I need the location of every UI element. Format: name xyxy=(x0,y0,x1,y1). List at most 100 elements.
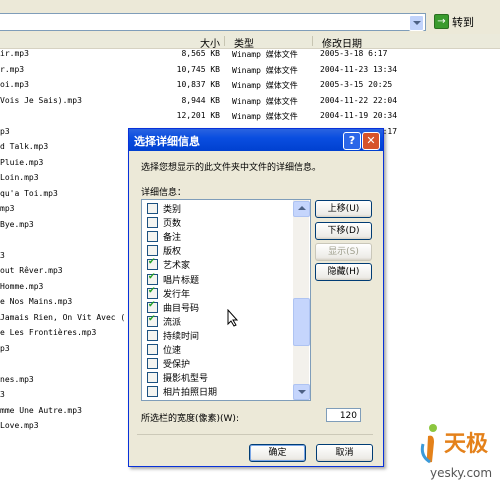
unchecked-checkbox[interactable] xyxy=(147,344,158,355)
detail-item-label: 摄影机型号 xyxy=(163,374,209,385)
detail-item-label: 持续时间 xyxy=(163,331,200,342)
ok-button[interactable]: 确定 xyxy=(249,444,306,462)
unchecked-checkbox[interactable] xyxy=(147,372,158,384)
go-button[interactable]: → 转到 xyxy=(434,13,474,30)
detail-item[interactable]: 曲目号码 xyxy=(147,300,200,314)
detail-item[interactable]: 类别 xyxy=(147,202,181,215)
detail-item[interactable]: 备注 xyxy=(147,230,181,243)
file-name: ir.mp3 xyxy=(0,49,29,58)
file-type: Winamp 媒体文件 xyxy=(232,81,298,90)
file-name: Vois Je Sais).mp3 xyxy=(0,95,82,105)
column-type[interactable]: 类型 xyxy=(234,35,254,50)
dialog-title-bar[interactable]: 选择详细信息 ? ✕ xyxy=(129,129,383,151)
scroll-down-button[interactable] xyxy=(293,384,310,400)
unchecked-checkbox[interactable] xyxy=(147,217,158,229)
file-row[interactable]: Vois Je Sais).mp3 8,944 KB Winamp 媒体文件 2004… xyxy=(0,96,500,107)
detail-item-label: 尺寸 xyxy=(163,399,181,400)
file-row[interactable]: r.mp3 10,745 KB Winamp 媒体文件 2004-11-23 13:3… xyxy=(0,65,500,76)
detail-item[interactable]: 位速 xyxy=(147,343,181,356)
checked-checkbox[interactable] xyxy=(147,257,158,271)
file-name: e Nos Mains.mp3 xyxy=(0,297,73,306)
file-date: 2005-3-18 6:17 xyxy=(320,49,388,58)
dialog-title: 选择详细信息 xyxy=(134,135,200,148)
scroll-up-button[interactable] xyxy=(293,201,310,217)
address-bar-area: → 转到 xyxy=(0,0,500,35)
watermark-brand: 天极 xyxy=(444,432,489,457)
detail-item[interactable]: 唱片标题 xyxy=(147,272,200,286)
file-name: p3 xyxy=(0,126,10,136)
checked-checkbox[interactable] xyxy=(147,314,158,327)
file-name: 3 xyxy=(0,250,5,260)
detail-item-label: 备注 xyxy=(163,233,182,244)
address-dropdown-button[interactable] xyxy=(409,15,424,31)
checked-checkbox[interactable] xyxy=(147,286,158,299)
column-width-label: 所选栏的宽度(像素)(W): xyxy=(141,414,239,424)
detail-item[interactable]: 尺寸 xyxy=(147,399,181,401)
unchecked-checkbox[interactable] xyxy=(147,386,158,398)
yesky-watermark: 天极 yesky.com xyxy=(418,418,498,488)
address-input[interactable] xyxy=(0,13,426,31)
file-type: Winamp 媒体文件 xyxy=(232,96,298,106)
detail-item[interactable]: 持续时间 xyxy=(147,329,199,342)
detail-item[interactable]: 艺术家 xyxy=(147,257,190,271)
go-label: 转到 xyxy=(452,15,474,29)
yesky-logo-icon xyxy=(420,424,437,464)
column-size[interactable]: 大小 xyxy=(200,35,220,50)
unchecked-checkbox[interactable] xyxy=(147,400,158,401)
file-size: 10,837 KB xyxy=(176,80,220,89)
close-button[interactable]: ✕ xyxy=(362,132,380,150)
detail-item-label: 唱片标题 xyxy=(163,275,200,286)
file-name: qu'a Toi.mp3 xyxy=(0,188,58,198)
detail-item[interactable]: 摄影机型号 xyxy=(147,371,208,384)
file-name: Jamais Rien, On Vit Avec ( En xyxy=(0,312,140,322)
column-modified[interactable]: 修改日期 xyxy=(322,35,362,50)
listbox-scrollbar[interactable] xyxy=(293,200,310,400)
unchecked-checkbox[interactable] xyxy=(147,231,158,243)
unchecked-checkbox[interactable] xyxy=(147,358,158,370)
file-date: 2005-3-15 20:25 xyxy=(320,80,393,89)
detail-item[interactable]: 受保护 xyxy=(147,357,190,370)
file-size: 8,944 KB xyxy=(181,95,220,105)
unchecked-checkbox[interactable] xyxy=(147,245,158,257)
file-name: e Les Frontières.mp3 xyxy=(0,328,97,337)
detail-item[interactable]: 相片拍照日期 xyxy=(147,385,217,398)
unchecked-checkbox[interactable] xyxy=(147,203,158,214)
watermark-url: yesky.com xyxy=(430,466,493,480)
column-header: 大小 类型 修改日期 xyxy=(0,34,500,50)
mouse-cursor-icon xyxy=(227,309,239,327)
help-button[interactable]: ? xyxy=(343,132,361,150)
details-listbox[interactable]: 类别页数备注版权艺术家唱片标题发行年曲目号码流派持续时间位速受保护摄影机型号相片… xyxy=(141,199,311,401)
file-size: 8,565 KB xyxy=(181,49,220,58)
column-width-input[interactable]: 120 xyxy=(326,408,361,422)
file-type: Winamp 媒体文件 xyxy=(232,65,298,75)
file-row[interactable]: oi.mp3 10,837 KB Winamp 媒体文件 2005-3-15 20:2… xyxy=(0,80,500,91)
dialog-divider xyxy=(137,434,373,435)
checked-checkbox[interactable] xyxy=(147,272,158,285)
cancel-button[interactable]: 取消 xyxy=(316,444,373,462)
file-date: 2004-11-22 22:04 xyxy=(320,95,398,105)
detail-item-label: 相片拍照日期 xyxy=(163,388,218,399)
file-size: 12,201 KB xyxy=(176,111,220,120)
file-name: oi.mp3 xyxy=(0,80,29,89)
detail-item[interactable]: 版权 xyxy=(147,244,181,257)
file-name: Bye.mp3 xyxy=(0,219,34,229)
go-arrow-icon: → xyxy=(434,14,449,29)
unchecked-checkbox[interactable] xyxy=(147,329,158,341)
detail-item-label: 位速 xyxy=(163,346,182,356)
detail-item[interactable]: 页数 xyxy=(147,216,181,229)
hide-button[interactable]: 隐藏(H) xyxy=(315,263,372,281)
file-row[interactable]: 12,201 KB Winamp 媒体文件 2004-11-19 20:34 xyxy=(0,111,500,122)
detail-item-label: 版权 xyxy=(163,247,182,258)
move-down-button[interactable]: 下移(D) xyxy=(315,222,372,240)
show-button[interactable]: 显示(S) xyxy=(315,243,372,261)
detail-item-label: 曲目号码 xyxy=(163,303,200,314)
file-name: nes.mp3 xyxy=(0,374,34,384)
detail-item[interactable]: 发行年 xyxy=(147,286,190,300)
file-date: 2004-11-23 13:34 xyxy=(320,64,398,74)
detail-item[interactable]: 流派 xyxy=(147,314,182,328)
scroll-thumb[interactable] xyxy=(293,298,310,346)
detail-item-label: 流派 xyxy=(163,317,182,328)
move-up-button[interactable]: 上移(U) xyxy=(315,200,372,218)
checked-checkbox[interactable] xyxy=(147,300,158,313)
file-row[interactable]: ir.mp3 8,565 KB Winamp 媒体文件 2005-3-18 6:17 xyxy=(0,49,500,60)
